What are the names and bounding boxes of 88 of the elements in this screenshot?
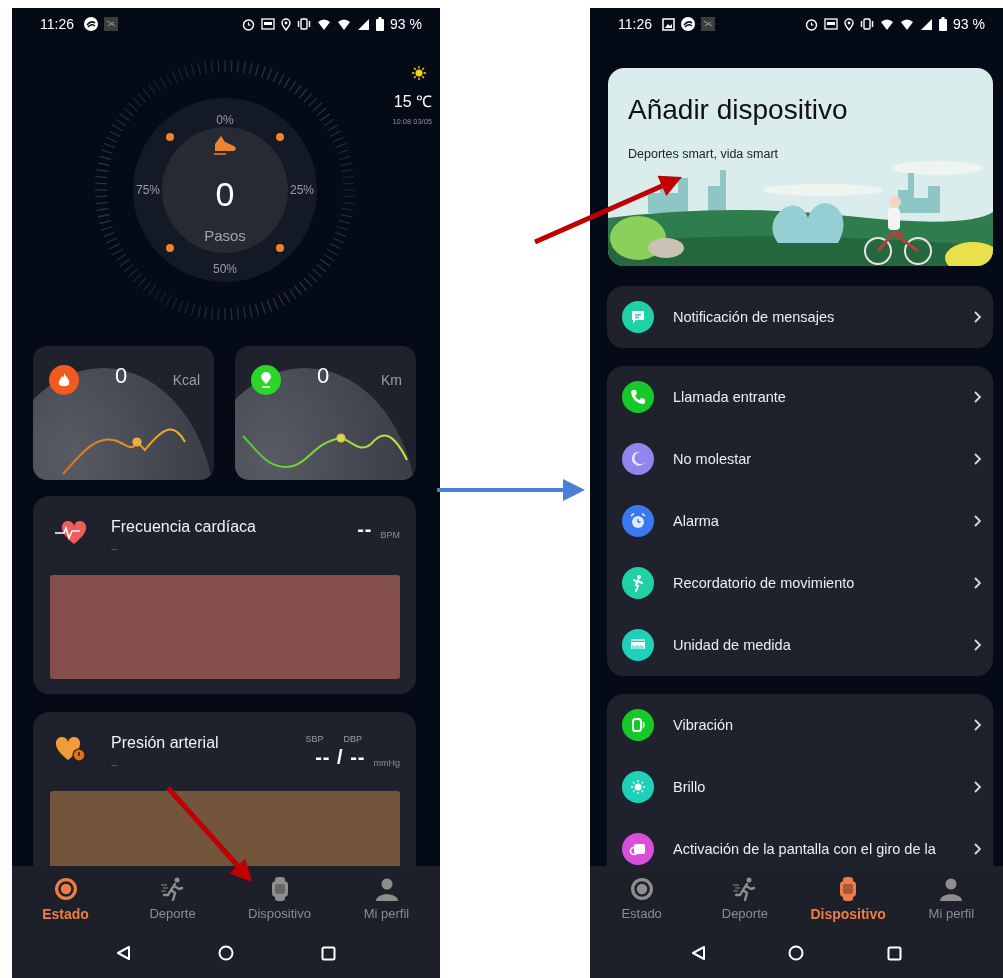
runner-icon [731,877,758,901]
chevron-icon [973,639,981,651]
reading-unit: BPM [380,530,400,541]
steps-label: Pasos [204,227,246,244]
reading-unit: mmHg [373,758,400,769]
status-time: 11:26 [40,16,74,32]
step-count: 0 [215,175,235,213]
recents-button[interactable] [321,945,337,961]
app-icon [84,17,98,31]
summary-unit: Kcal [172,372,200,388]
chevron-icon [973,311,981,323]
settings-row[interactable]: Recordatorio de movimiento [622,552,981,614]
wifi-icon [317,17,332,31]
summary-value: 0 [316,363,331,389]
home-button[interactable] [788,945,805,961]
location-icon [281,17,292,31]
back-button[interactable] [691,945,707,961]
wifi-icon [880,17,895,31]
image-icon [662,17,675,31]
location-icon [844,17,855,31]
chevron-icon [973,843,981,855]
target-icon [53,877,78,901]
banner-subtitle: Deportes smart, vida smart [628,147,780,161]
settings-row[interactable]: Alarma [622,490,981,552]
nav-tab[interactable]: Estado [12,866,119,934]
chevron-icon [973,719,981,731]
card-subtitle: -- [111,760,118,770]
thumbnail-icon [104,17,118,31]
battery-icon [376,17,385,31]
banner-title: Añadir dispositivo [628,94,849,126]
vibrate-icon [297,18,312,30]
battery-level: 93 % [390,16,422,32]
nav-tab[interactable]: Deporte [119,866,226,934]
settings-row[interactable]: No molestar [622,428,981,490]
pressure-label: DBP [343,734,362,744]
watch-icon [270,877,289,901]
card-title: Presión arterial [111,734,220,752]
person-icon [374,877,399,901]
nav-tab[interactable]: Deporte [693,866,797,934]
card-subtitle: -- [111,544,118,554]
nav-tab[interactable]: Mi perfil [899,866,1003,934]
progress-mark: 75% [136,183,160,197]
nav-tab[interactable]: Mi perfil [333,866,440,934]
app-icon [681,17,695,31]
chevron-icon [973,391,981,403]
reading-value: -- / -- [315,746,366,769]
chevron-icon [973,453,981,465]
screen-icon [261,18,276,30]
alarm-icon [805,17,819,31]
shoe-icon [213,136,236,155]
progress-mark: 0% [216,113,234,127]
settings-row[interactable]: Llamada entrante [622,366,981,428]
alarm-icon [242,17,256,31]
settings-row[interactable]: Brillo [622,756,981,818]
heart-gauge-icon [54,736,88,764]
nav-tab[interactable]: Estado [590,866,694,934]
target-icon [629,877,654,901]
temperature: 15 ℃ [393,93,432,110]
pressure-label: SBP [305,734,324,744]
thumbnail-icon [701,17,715,31]
status-time: 11:26 [618,16,652,32]
runner-icon [159,877,186,901]
battery-level: 93 % [953,16,985,32]
chevron-icon [973,577,981,589]
reading-value: -- [357,518,373,541]
watch-icon [839,877,858,901]
summary-unit: Km [381,372,402,388]
settings-row[interactable]: Unidad de medida [622,614,981,676]
summary-value: 0 [114,363,129,389]
screen-icon [824,18,839,30]
back-button[interactable] [115,945,131,961]
wifi-icon [900,17,915,31]
battery-icon [939,17,948,31]
home-button[interactable] [218,945,234,961]
progress-mark: 25% [290,183,314,197]
card-title: Frecuencia cardíaca [111,518,257,536]
vibrate-icon [860,18,875,30]
wifi-icon [337,17,352,31]
signal-icon [357,17,371,31]
chevron-icon [973,781,981,793]
person-icon [939,877,964,901]
recents-button[interactable] [886,945,902,961]
progress-mark: 50% [213,262,237,276]
chevron-icon [973,515,981,527]
settings-row[interactable]: Vibración [622,694,981,756]
sun-icon [411,65,427,81]
nav-tab[interactable]: Dispositivo [796,866,900,934]
signal-icon [920,17,934,31]
